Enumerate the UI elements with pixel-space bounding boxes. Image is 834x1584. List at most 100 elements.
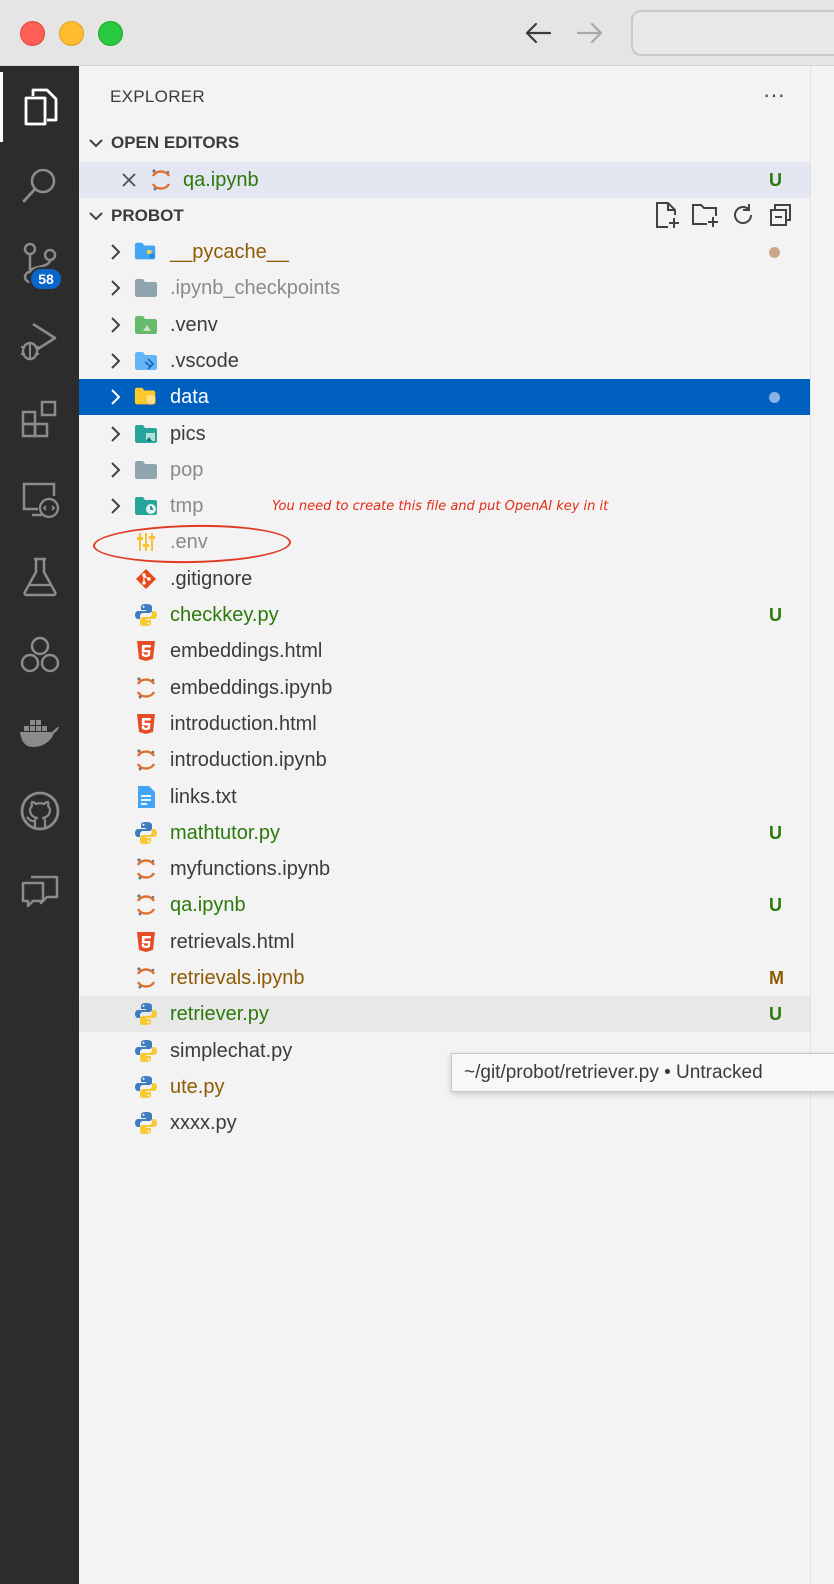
file-item[interactable]: links.txt <box>79 779 810 815</box>
entry-label: retrievals.ipynb <box>170 967 305 989</box>
github-button[interactable] <box>0 776 79 846</box>
git-status-badge: U <box>769 1004 782 1025</box>
open-editor-item[interactable]: qa.ipynb U <box>79 162 810 198</box>
run-debug-button[interactable] <box>0 306 79 376</box>
more-actions-button[interactable]: ··· <box>759 80 789 110</box>
images-folder-icon <box>134 422 158 446</box>
entry-label: pop <box>170 458 204 481</box>
folder-item[interactable]: .vscode <box>79 343 810 379</box>
title-bar <box>0 0 834 66</box>
entry-label: embeddings.html <box>170 640 323 663</box>
docker-button[interactable] <box>0 698 79 768</box>
source-control-badge: 58 <box>29 267 63 291</box>
folder-item[interactable]: data <box>79 379 810 416</box>
github-icon <box>20 791 59 831</box>
entry-label: myfunctions.ipynb <box>170 858 331 881</box>
new-file-icon <box>656 202 679 228</box>
search-icon <box>22 168 55 203</box>
jupyter-icon <box>134 676 158 700</box>
testing-button[interactable] <box>0 542 79 612</box>
html5-icon <box>134 930 158 954</box>
file-item[interactable]: .gitignore <box>79 561 810 597</box>
collapse-all-icon <box>770 204 791 226</box>
minimize-window-button[interactable] <box>59 21 84 46</box>
chevron-right-icon[interactable] <box>106 497 124 515</box>
explorer-header-actions <box>652 200 796 230</box>
jupyter-icon <box>134 748 158 772</box>
explorer-scrollbar[interactable] <box>810 66 834 1584</box>
extensions-icon <box>21 400 56 438</box>
file-item[interactable]: qa.ipynb U <box>79 887 810 923</box>
chevron-down-icon <box>81 137 111 149</box>
refresh-explorer-button[interactable] <box>728 200 758 230</box>
file-item[interactable]: embeddings.ipynb <box>79 670 810 706</box>
python-icon <box>134 1039 158 1063</box>
chevron-right-icon[interactable] <box>106 425 124 443</box>
new-folder-icon <box>692 204 718 227</box>
html5-icon <box>134 712 158 736</box>
data-folder-icon <box>134 385 158 409</box>
file-item[interactable]: xxxx.py <box>79 1105 810 1141</box>
file-item[interactable]: retrievals.ipynb M <box>79 960 810 996</box>
folder-icon <box>134 276 158 300</box>
chevron-right-icon[interactable] <box>106 279 124 297</box>
comments-button[interactable] <box>0 854 79 924</box>
entry-label: .venv <box>170 313 218 336</box>
file-item[interactable]: introduction.ipynb <box>79 742 810 778</box>
remote-explorer-button[interactable] <box>0 464 79 534</box>
new-folder-button[interactable] <box>690 200 720 230</box>
entry-label: introduction.ipynb <box>170 749 327 772</box>
new-file-button[interactable] <box>652 200 682 230</box>
file-item[interactable]: retrievals.html <box>79 924 810 960</box>
file-item[interactable]: retriever.py U <box>79 996 810 1033</box>
entry-label: retriever.py <box>170 1003 269 1026</box>
git-status-badge: U <box>769 170 782 190</box>
python-icon <box>134 821 158 845</box>
live-share-icon <box>20 636 59 673</box>
docker-icon <box>19 720 59 747</box>
folder-item[interactable]: pics <box>79 416 810 452</box>
explorer-button[interactable] <box>0 72 79 142</box>
git-status-badge: M <box>769 968 784 988</box>
close-editor-button[interactable] <box>119 170 139 190</box>
chevron-right-icon[interactable] <box>106 388 124 406</box>
file-item[interactable]: checkkey.py U <box>79 597 810 633</box>
chevron-right-icon[interactable] <box>106 243 124 261</box>
entry-label: checkkey.py <box>170 604 279 626</box>
entry-label: qa.ipynb <box>170 894 246 917</box>
folder-item[interactable]: pop <box>79 452 810 488</box>
python-folder-icon <box>134 240 158 264</box>
git-status-badge: U <box>769 822 782 843</box>
command-center-search[interactable] <box>631 10 834 56</box>
file-item[interactable]: mathtutor.py U <box>79 815 810 851</box>
chevron-right-icon[interactable] <box>106 461 124 479</box>
folder-item[interactable]: .ipynb_checkpoints <box>79 270 810 306</box>
chevron-right-icon[interactable] <box>106 316 124 334</box>
file-item[interactable]: embeddings.html <box>79 633 810 669</box>
file-path-tooltip: ~/git/probot/retriever.py • Untracked <box>451 1053 834 1092</box>
git-icon <box>134 567 158 591</box>
extensions-button[interactable] <box>0 384 79 454</box>
folder-item[interactable]: __pycache__ <box>79 234 810 270</box>
go-forward-button[interactable] <box>572 14 608 52</box>
run-debug-icon <box>20 322 56 361</box>
python-icon <box>134 603 158 627</box>
entry-label: simplechat.py <box>170 1039 293 1062</box>
file-item[interactable]: introduction.html <box>79 706 810 742</box>
explorer-icon <box>24 88 58 126</box>
collapse-folders-button[interactable] <box>766 200 796 230</box>
chevron-right-icon[interactable] <box>106 352 124 370</box>
live-share-button[interactable] <box>0 620 79 690</box>
file-item[interactable]: myfunctions.ipynb <box>79 851 810 887</box>
explorer-title: EXPLORER <box>110 87 205 106</box>
entry-label: mathtutor.py <box>170 821 281 844</box>
search-button[interactable] <box>0 150 79 220</box>
close-window-button[interactable] <box>20 21 45 46</box>
entry-label: .gitignore <box>170 567 253 590</box>
folder-item[interactable]: .venv <box>79 307 810 343</box>
zoom-window-button[interactable] <box>98 21 123 46</box>
entry-label: data <box>170 386 209 409</box>
open-editors-header[interactable]: OPEN EDITORS <box>79 125 810 161</box>
folder-icon <box>134 458 158 482</box>
go-back-button[interactable] <box>520 14 556 52</box>
